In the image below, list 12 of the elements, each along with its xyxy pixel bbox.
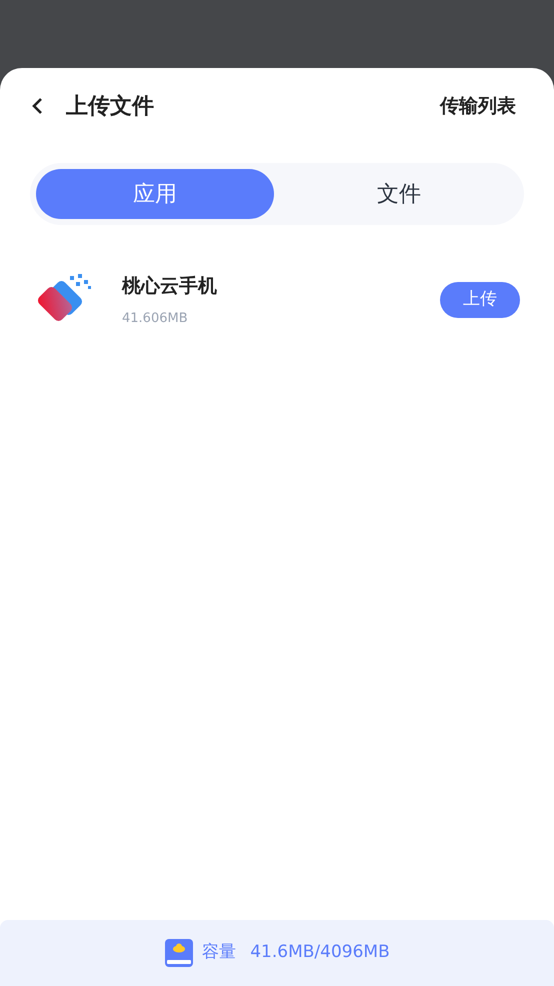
upload-button[interactable]: 上传 xyxy=(440,282,520,318)
app-size: 41.606MB xyxy=(122,310,189,328)
back-button[interactable] xyxy=(30,96,44,116)
cloud-drive-icon xyxy=(164,938,194,968)
page-title: 上传文件 xyxy=(66,92,154,120)
app-name: 桃心云手机 xyxy=(122,274,217,299)
capacity-usage: 41.6MB/4096MB xyxy=(250,941,390,964)
transfer-list-link[interactable]: 传输列表 xyxy=(440,92,516,120)
tab[interactable]: 文件 xyxy=(280,169,518,219)
capacity-label: 容量 xyxy=(202,941,236,964)
back-icon xyxy=(30,96,44,116)
tab[interactable]: 应用 xyxy=(36,169,274,219)
